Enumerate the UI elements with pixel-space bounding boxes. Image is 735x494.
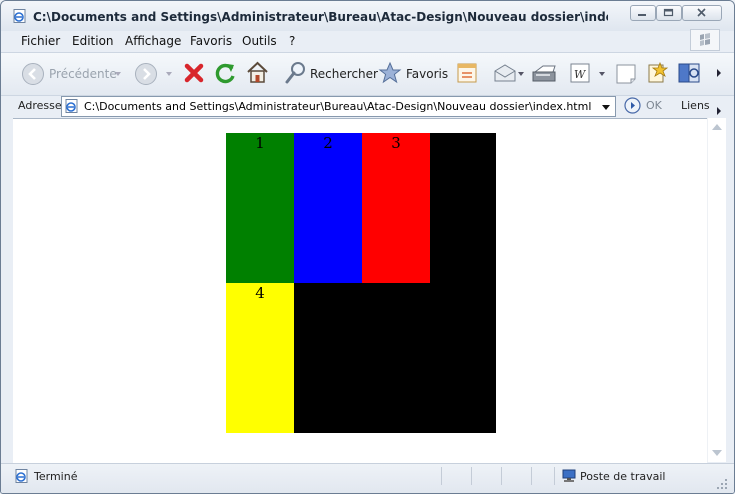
status-divider [471, 467, 472, 485]
links-chevron-icon[interactable] [716, 104, 722, 118]
favorites-star-icon[interactable] [378, 61, 402, 88]
computer-zone-icon [561, 469, 577, 486]
mail-dropdown-arrow[interactable] [518, 72, 524, 76]
toolbar-overflow-chevron-icon[interactable] [715, 67, 723, 81]
cell-2-label: 2 [323, 134, 333, 152]
security-zone-text: Poste de travail [580, 470, 666, 483]
cell-4-label: 4 [255, 284, 265, 302]
back-button-label[interactable]: Précédente [49, 67, 117, 81]
minimize-icon [638, 14, 646, 16]
cell-1: 1 [226, 133, 294, 283]
refresh-icon[interactable] [213, 61, 238, 89]
edit-dropdown-arrow[interactable] [599, 72, 605, 76]
page-icon [65, 99, 79, 116]
maximize-icon [663, 8, 674, 17]
resize-grip-icon[interactable] [716, 478, 728, 493]
page-content: 1 2 3 4 [13, 118, 707, 463]
favorites-button-label[interactable]: Favoris [406, 67, 448, 81]
menu-help[interactable]: ? [289, 34, 295, 48]
maximize-button[interactable] [656, 5, 682, 21]
minimize-button[interactable] [630, 5, 656, 21]
messenger-icon[interactable] [677, 61, 701, 88]
menu-fichier[interactable]: Fichier [21, 34, 60, 48]
address-input[interactable]: C:\Documents and Settings\Administrateur… [61, 96, 616, 117]
scroll-down-arrow-icon[interactable] [712, 450, 722, 456]
links-label[interactable]: Liens [681, 99, 710, 112]
cell-1-label: 1 [255, 134, 265, 152]
window-title: C:\Documents and Settings\Administrateur… [33, 10, 608, 24]
home-icon[interactable] [245, 60, 270, 88]
status-bar: Terminé Poste de travail [1, 463, 734, 493]
status-divider [441, 467, 442, 485]
menu-favoris[interactable]: Favoris [190, 34, 232, 48]
cell-4: 4 [226, 283, 294, 433]
back-dropdown-arrow[interactable] [115, 72, 121, 76]
address-label: Adresse [18, 99, 62, 112]
status-divider [554, 467, 555, 485]
address-url: C:\Documents and Settings\Administrateur… [84, 100, 592, 113]
status-divider [531, 467, 532, 485]
toolbar: Précédente Rechercher Favoris W [1, 52, 734, 96]
back-arrow-icon[interactable] [21, 62, 45, 89]
title-bar: C:\Documents and Settings\Administrateur… [1, 1, 734, 31]
menu-bar: Fichier Edition Affichage Favoris Outils… [1, 29, 734, 54]
forward-dropdown-arrow[interactable] [166, 72, 172, 76]
search-button-label[interactable]: Rechercher [310, 67, 378, 81]
mail-icon[interactable] [494, 63, 516, 86]
browser-window: C:\Documents and Settings\Administrateur… [0, 0, 735, 494]
edit-word-icon[interactable]: W [570, 63, 590, 86]
close-button[interactable] [682, 5, 722, 21]
address-bar: Adresse C:\Documents and Settings\Admini… [1, 95, 734, 117]
cell-3-label: 3 [391, 134, 401, 152]
stop-icon[interactable] [182, 61, 206, 88]
research-icon[interactable] [646, 61, 670, 88]
svg-text:W: W [574, 68, 587, 81]
status-page-icon [15, 469, 29, 486]
status-divider [501, 467, 502, 485]
print-icon[interactable] [531, 63, 557, 88]
windows-flag-icon [690, 29, 720, 54]
menu-outils[interactable]: Outils [242, 34, 277, 48]
address-dropdown-arrow[interactable] [602, 105, 610, 110]
menu-edition[interactable]: Edition [72, 34, 114, 48]
go-arrow-icon[interactable] [624, 97, 641, 117]
menu-affichage[interactable]: Affichage [125, 34, 181, 48]
go-button-label[interactable]: OK [646, 99, 662, 112]
vertical-scrollbar[interactable] [707, 118, 726, 462]
status-text: Terminé [34, 470, 78, 483]
close-icon [697, 8, 706, 17]
discuss-note-icon[interactable] [615, 63, 637, 88]
ie-page-icon [13, 9, 27, 26]
cell-2: 2 [294, 133, 362, 283]
search-icon[interactable] [285, 61, 307, 88]
history-icon[interactable] [456, 61, 478, 88]
cell-3: 3 [362, 133, 430, 283]
forward-arrow-icon[interactable] [134, 62, 158, 89]
scroll-up-arrow-icon[interactable] [712, 124, 722, 130]
